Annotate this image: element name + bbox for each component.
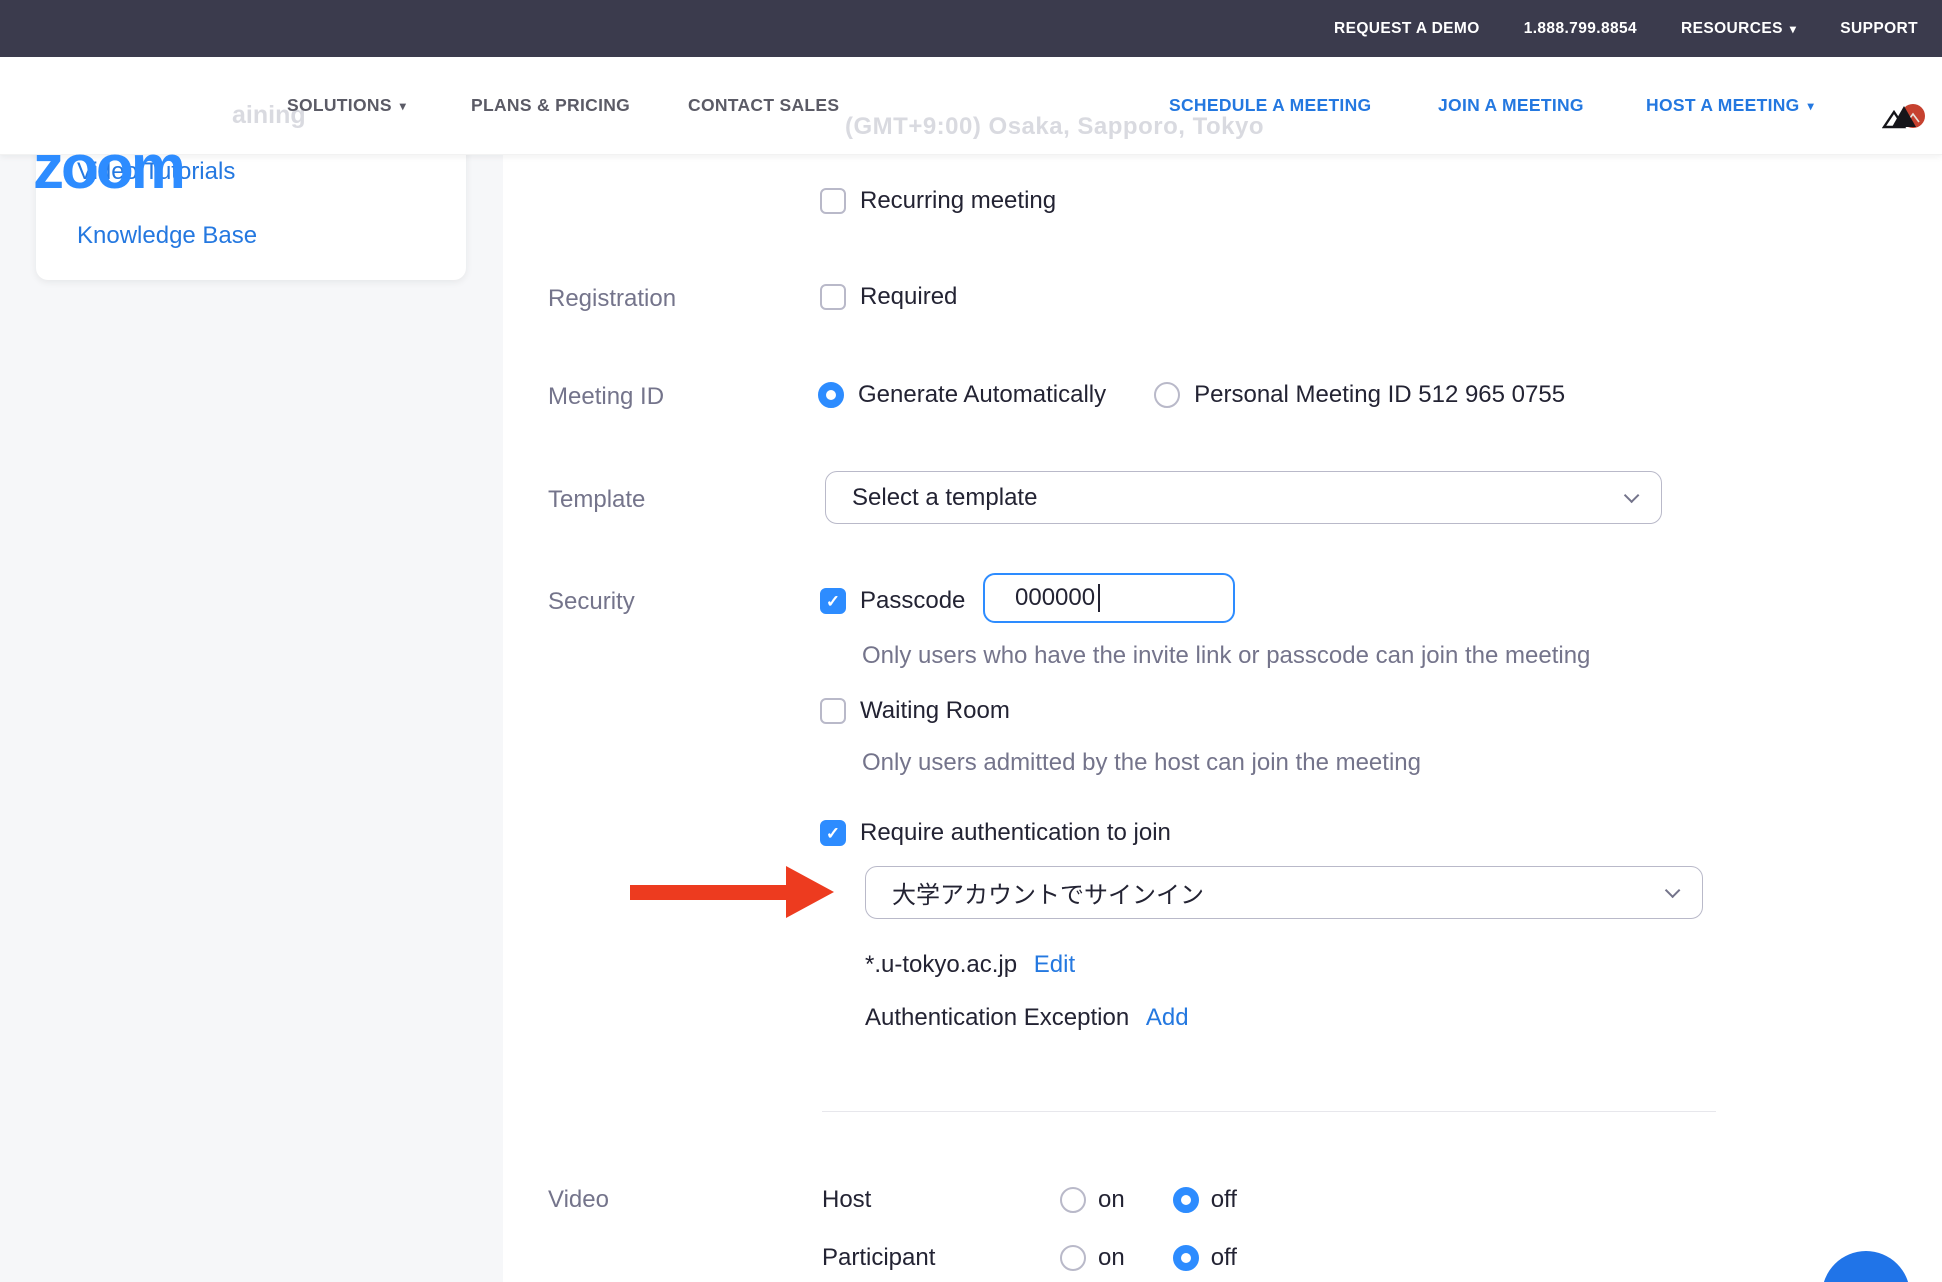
require-authentication-row: ✓ Require authentication to join [820, 819, 1171, 847]
nav-schedule-a-meeting[interactable]: SCHEDULE A MEETING [1169, 95, 1371, 116]
chevron-down-icon [1665, 883, 1681, 899]
auth-domain-value: *.u-tokyo.ac.jp [865, 951, 1017, 978]
caret-down-icon: ▾ [1790, 23, 1796, 35]
video-participant-label: Participant [822, 1244, 1060, 1272]
check-icon: ✓ [826, 593, 840, 610]
passcode-input[interactable]: 000000 [983, 573, 1235, 623]
nav-contact-sales[interactable]: CONTACT SALES [688, 95, 839, 116]
require-authentication-checkbox[interactable]: ✓ [820, 820, 846, 846]
participant-video-off-radio[interactable] [1173, 1245, 1199, 1271]
waiting-room-row: Waiting Room [820, 697, 1010, 725]
topbar: REQUEST A DEMO 1.888.799.8854 RESOURCES … [0, 0, 1942, 57]
nav-plans-pricing[interactable]: PLANS & PRICING [471, 95, 630, 116]
passcode-row: ✓ Passcode [820, 587, 965, 615]
host-a-meeting-label: HOST A MEETING [1646, 95, 1800, 116]
personal-meeting-id-radio[interactable] [1154, 382, 1180, 408]
support-link[interactable]: SUPPORT [1840, 20, 1918, 38]
security-field-label: Security [548, 588, 635, 616]
check-icon: ✓ [826, 825, 840, 842]
passcode-helper-text: Only users who have the invite link or p… [862, 642, 1590, 670]
registration-field-label: Registration [548, 285, 676, 313]
host-video-on-radio[interactable] [1060, 1187, 1086, 1213]
video-host-label: Host [822, 1186, 1060, 1214]
template-select[interactable]: Select a template [825, 471, 1662, 524]
text-cursor [1098, 584, 1100, 612]
profile-avatar[interactable] [1882, 98, 1926, 133]
help-chat-button[interactable] [1822, 1251, 1910, 1282]
chevron-down-icon [1624, 488, 1640, 504]
caret-down-icon: ▾ [400, 100, 406, 112]
main-header: aining (GMT+9:00) Osaka, Sapporo, Tokyo … [0, 57, 1942, 155]
section-divider [822, 1111, 1716, 1112]
auth-domain-row: *.u-tokyo.ac.jp Edit [865, 951, 1075, 979]
video-host-row: Host on off [822, 1186, 1237, 1214]
video-field-label: Video [548, 1186, 609, 1214]
waiting-room-checkbox[interactable] [820, 698, 846, 724]
host-video-off-radio[interactable] [1173, 1187, 1199, 1213]
ghost-timezone-text: (GMT+9:00) Osaka, Sapporo, Tokyo [845, 113, 1264, 141]
nav-host-a-meeting[interactable]: HOST A MEETING ▾ [1646, 95, 1814, 116]
passcode-label: Passcode [860, 587, 965, 615]
generate-automatically-label: Generate Automatically [858, 381, 1106, 409]
require-authentication-label: Require authentication to join [860, 819, 1171, 847]
participant-video-on-radio[interactable] [1060, 1245, 1086, 1271]
passcode-value: 000000 [1015, 584, 1095, 612]
waiting-room-label: Waiting Room [860, 697, 1010, 725]
auth-exception-label: Authentication Exception [865, 1004, 1129, 1031]
registration-row: Required [820, 283, 957, 311]
nav-solutions[interactable]: SOLUTIONS ▾ [287, 95, 406, 116]
avatar-image [1882, 98, 1926, 133]
registration-required-checkbox[interactable] [820, 284, 846, 310]
recurring-meeting-label: Recurring meeting [860, 187, 1056, 215]
authentication-method-value: 大学アカウントでサインイン [892, 875, 1204, 910]
meeting-id-row: Generate Automatically Personal Meeting … [818, 381, 1565, 409]
meeting-id-field-label: Meeting ID [548, 383, 664, 411]
authentication-method-select[interactable]: 大学アカウントでサインイン [865, 866, 1703, 919]
annotation-arrow-shaft [630, 885, 787, 900]
registration-required-label: Required [860, 283, 957, 311]
recurring-meeting-row: Recurring meeting [820, 187, 1056, 215]
participant-video-on-label: on [1098, 1244, 1125, 1272]
nav-join-a-meeting[interactable]: JOIN A MEETING [1438, 95, 1584, 116]
phone-number-link[interactable]: 1.888.799.8854 [1524, 20, 1637, 38]
sidebar-item-knowledge-base[interactable]: Knowledge Base [77, 222, 257, 250]
resources-label: RESOURCES [1681, 20, 1783, 38]
template-select-value: Select a template [852, 484, 1037, 512]
generate-automatically-radio[interactable] [818, 382, 844, 408]
annotation-arrow-icon [786, 866, 834, 918]
waiting-room-helper-text: Only users admitted by the host can join… [862, 749, 1421, 777]
add-exception-link[interactable]: Add [1146, 1004, 1189, 1031]
passcode-checkbox[interactable]: ✓ [820, 588, 846, 614]
video-participant-row: Participant on off [822, 1244, 1237, 1272]
solutions-label: SOLUTIONS [287, 95, 392, 116]
auth-exception-row: Authentication Exception Add [865, 1004, 1189, 1032]
zoom-schedule-meeting-page: REQUEST A DEMO 1.888.799.8854 RESOURCES … [0, 0, 1942, 1282]
host-video-off-label: off [1211, 1186, 1237, 1214]
resources-menu[interactable]: RESOURCES ▾ [1681, 20, 1796, 38]
personal-meeting-id-label: Personal Meeting ID 512 965 0755 [1194, 381, 1565, 409]
host-video-on-label: on [1098, 1186, 1125, 1214]
edit-domain-link[interactable]: Edit [1034, 951, 1075, 978]
zoom-logo[interactable]: zoom [33, 137, 183, 199]
request-demo-link[interactable]: REQUEST A DEMO [1334, 20, 1480, 38]
template-field-label: Template [548, 486, 645, 514]
participant-video-off-label: off [1211, 1244, 1237, 1272]
recurring-meeting-checkbox[interactable] [820, 188, 846, 214]
caret-down-icon: ▾ [1808, 100, 1814, 112]
